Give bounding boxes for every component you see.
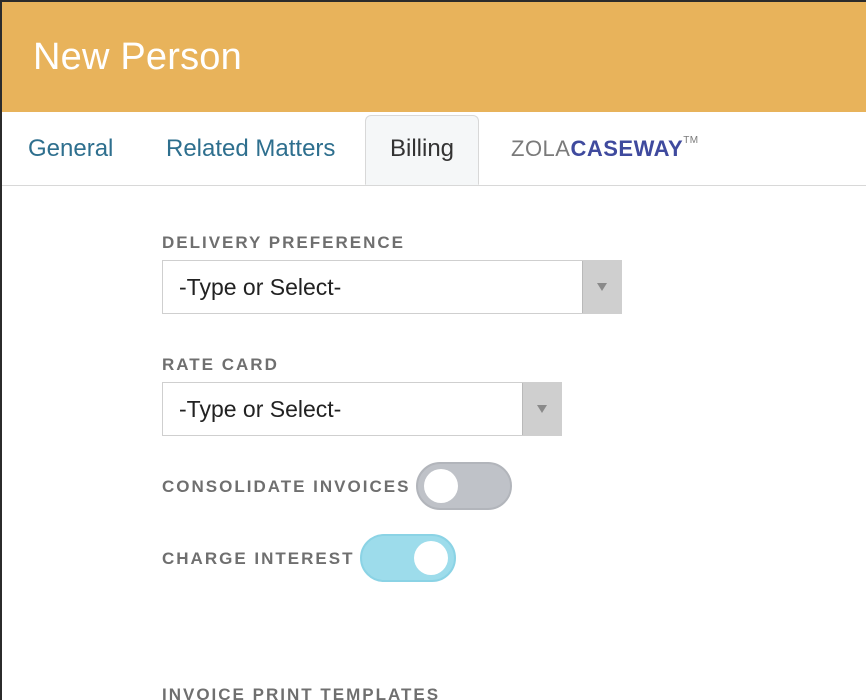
tab-general[interactable]: General — [28, 112, 113, 185]
zola-logo-prefix: ZOLA — [511, 136, 571, 161]
delivery-preference-value: -Type or Select- — [179, 274, 342, 300]
chevron-down-icon[interactable] — [582, 261, 621, 313]
zola-logo-suffix: CASEWAY — [570, 136, 684, 161]
delivery-preference-label: DELIVERY PREFERENCE — [162, 233, 405, 252]
tab-billing[interactable]: Billing — [365, 115, 479, 185]
rate-card-select[interactable]: -Type or Select- — [162, 382, 562, 436]
delivery-preference-select[interactable]: -Type or Select- — [162, 260, 622, 314]
charge-interest-label: CHARGE INTEREST — [162, 549, 355, 568]
rate-card-value: -Type or Select- — [179, 396, 342, 422]
zola-logo-trademark: TM — [683, 135, 699, 146]
charge-interest-toggle[interactable] — [360, 534, 456, 582]
toggle-knob — [414, 541, 448, 575]
dialog-header: New Person — [2, 2, 866, 112]
toggle-knob — [424, 469, 458, 503]
consolidate-invoices-label: CONSOLIDATE INVOICES — [162, 477, 411, 496]
dialog-title: New Person — [33, 36, 242, 78]
tab-related-matters[interactable]: Related Matters — [166, 112, 335, 185]
rate-card-label: RATE CARD — [162, 355, 279, 374]
chevron-down-icon[interactable] — [522, 383, 561, 435]
invoice-print-templates-label: INVOICE PRINT TEMPLATES — [162, 685, 441, 700]
tab-bar: General Related Matters Billing ZOLACASE… — [2, 112, 866, 186]
tab-zola-caseway[interactable]: ZOLACASEWAYTM — [511, 112, 699, 185]
new-person-dialog: New Person General Related Matters Billi… — [2, 2, 866, 700]
consolidate-invoices-toggle[interactable] — [416, 462, 512, 510]
